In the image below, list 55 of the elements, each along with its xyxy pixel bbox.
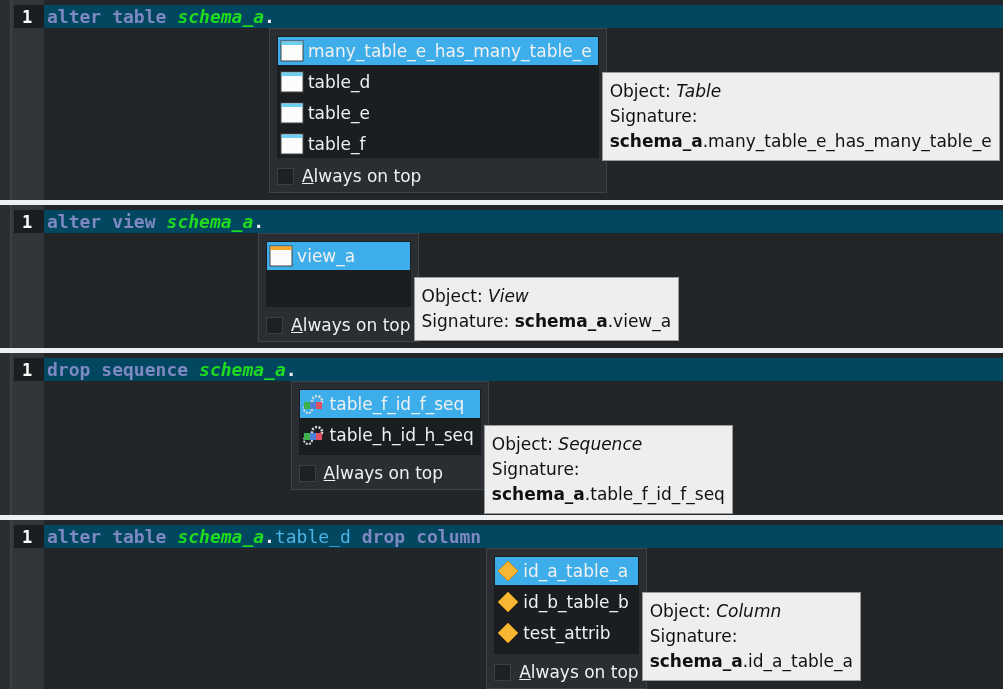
object-type: Object: Table bbox=[609, 80, 723, 103]
completion-item[interactable]: table_f bbox=[277, 130, 598, 158]
line-number: 1 bbox=[14, 210, 44, 233]
sql-keyword: sequence bbox=[101, 359, 189, 380]
dot: . bbox=[285, 359, 297, 380]
table-icon bbox=[279, 71, 304, 93]
checkbox-label[interactable]: Always on top bbox=[301, 166, 422, 186]
schema-name: schema_a bbox=[199, 359, 286, 380]
signature-text: Signature: schema_a.view_a bbox=[421, 310, 672, 334]
table-icon bbox=[279, 102, 304, 124]
signature-text: Signature: schema_a.table_f_id_f_seq bbox=[491, 458, 725, 507]
checkbox-label[interactable]: Always on top bbox=[291, 315, 411, 335]
gear-icon bbox=[301, 394, 326, 414]
sql-keyword: view bbox=[112, 211, 156, 232]
completion-item[interactable]: table_d bbox=[277, 68, 598, 96]
sql-keyword: drop bbox=[47, 359, 91, 380]
gear-icon bbox=[301, 425, 326, 445]
signature-text: Signature: schema_a.many_table_e_has_many_table_e bbox=[609, 105, 992, 154]
view-icon bbox=[269, 245, 294, 267]
completion-item[interactable]: table_e bbox=[277, 99, 598, 127]
sql-keyword: drop bbox=[361, 526, 406, 547]
checkbox[interactable] bbox=[266, 316, 284, 334]
schema-name: schema_a bbox=[177, 526, 265, 547]
completion-item[interactable]: table_h_id_h_seq bbox=[299, 421, 480, 449]
sql-keyword: table bbox=[112, 526, 167, 547]
checkbox-label[interactable]: Always on top bbox=[519, 662, 639, 682]
completion-item[interactable]: id_b_table_b bbox=[495, 588, 638, 616]
checkbox[interactable] bbox=[298, 464, 316, 482]
sql-keyword: alter bbox=[47, 526, 102, 547]
table-icon bbox=[279, 133, 304, 155]
diamond-icon bbox=[497, 560, 520, 582]
dot: . bbox=[264, 6, 275, 27]
checkbox[interactable] bbox=[494, 663, 512, 681]
sql-keyword: alter bbox=[47, 6, 102, 27]
checkbox[interactable] bbox=[276, 167, 294, 185]
schema-name: schema_a bbox=[166, 211, 254, 232]
sql-keyword: alter bbox=[47, 211, 102, 232]
completion-item[interactable]: test_attrib bbox=[495, 619, 638, 647]
dot: . bbox=[253, 211, 265, 232]
sql-keyword: column bbox=[416, 526, 482, 547]
signature-text: Signature: schema_a.id_a_table_a bbox=[649, 625, 853, 674]
line-number: 1 bbox=[14, 358, 44, 381]
dot: . bbox=[264, 526, 275, 547]
table-name: table_d bbox=[274, 526, 351, 547]
object-type: Object: Column bbox=[649, 600, 783, 623]
object-type: Object: Sequence bbox=[491, 433, 644, 456]
table-icon bbox=[279, 40, 304, 62]
diamond-icon bbox=[497, 622, 520, 644]
checkbox-label[interactable]: Always on top bbox=[323, 463, 444, 483]
sql-keyword: table bbox=[112, 6, 167, 27]
line-number: 1 bbox=[14, 5, 44, 28]
schema-name: schema_a bbox=[177, 6, 265, 27]
object-type: Object: View bbox=[421, 285, 530, 308]
line-number: 1 bbox=[14, 525, 44, 548]
diamond-icon bbox=[497, 591, 520, 613]
